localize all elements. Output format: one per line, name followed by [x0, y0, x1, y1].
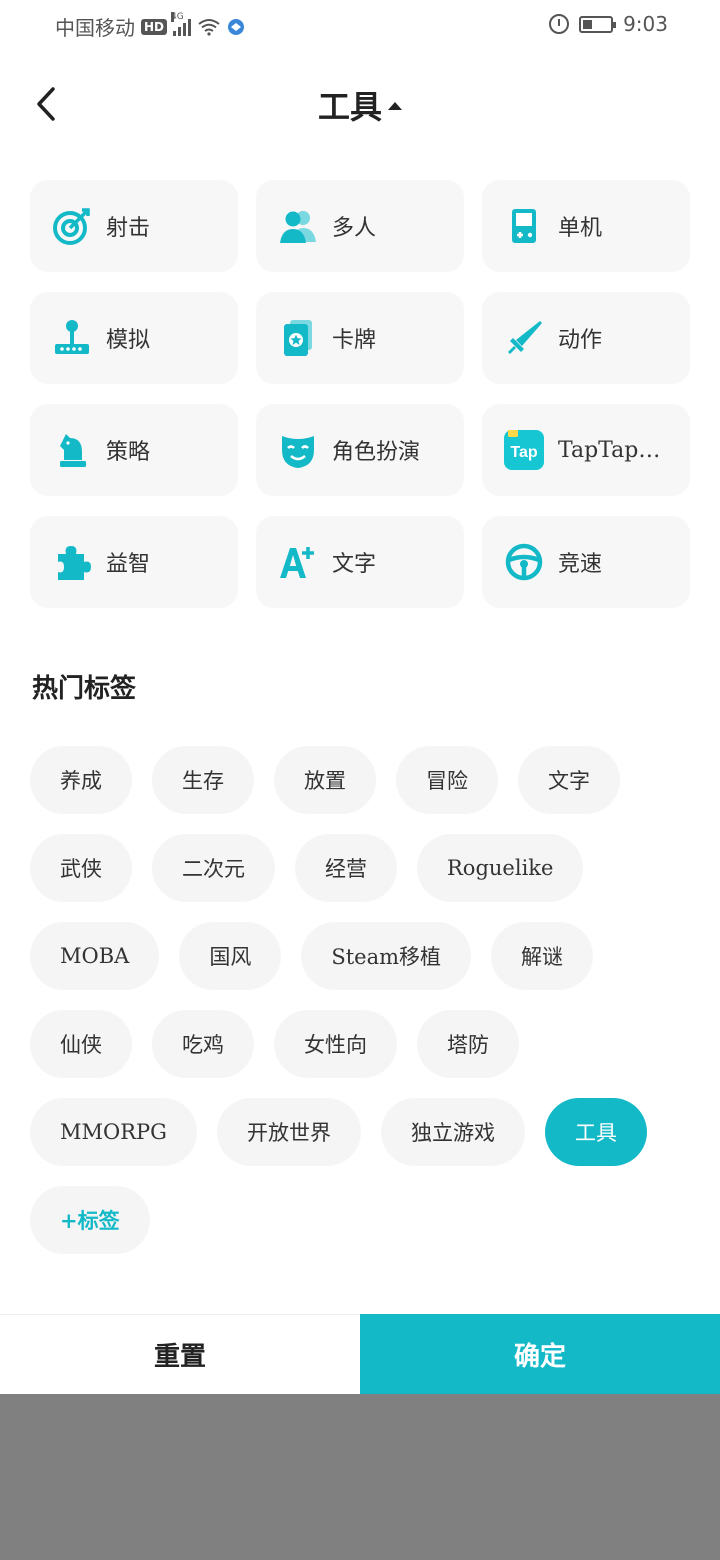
category-label: 卡牌 — [332, 328, 377, 353]
category-simulation[interactable]: 模拟 — [30, 292, 238, 384]
handheld-console-icon — [512, 209, 536, 243]
users-icon — [280, 211, 316, 243]
filter-screen: 中国移动 HD 4G 9:03 工具 射击 多人 单机 模拟 卡牌 动作 策略 … — [0, 0, 720, 1560]
category-label: TapTap… — [558, 437, 661, 463]
tag-item[interactable]: 解谜 — [491, 922, 594, 990]
category-card[interactable]: 卡牌 — [256, 292, 464, 384]
bottom-action-bar: 重置 确定 — [0, 1314, 720, 1394]
tag-item[interactable]: 武侠 — [30, 834, 132, 902]
page-title: 工具 — [317, 88, 382, 126]
category-label: 竞速 — [558, 552, 603, 577]
tag-item[interactable]: 仙侠 — [30, 1010, 132, 1078]
tag-item[interactable]: 二次元 — [152, 834, 275, 902]
category-label: 策略 — [106, 440, 151, 465]
tag-item[interactable]: 文字 — [518, 746, 620, 814]
add-tag-button[interactable]: +标签 — [30, 1186, 150, 1254]
confirm-button[interactable]: 确定 — [360, 1314, 720, 1394]
status-left: 中国移动 HD 4G — [55, 11, 245, 41]
category-label: 射击 — [106, 216, 151, 241]
tag-item[interactable]: 生存 — [152, 746, 254, 814]
carrier-name: 中国移动 — [55, 16, 135, 40]
category-racing[interactable]: 竞速 — [482, 516, 690, 608]
status-right: 9:03 — [549, 12, 668, 36]
category-label: 单机 — [558, 216, 603, 241]
category-shooting[interactable]: 射击 — [30, 180, 238, 272]
hot-tags-title: 热门标签 — [32, 674, 137, 704]
vpn-globe-icon — [228, 18, 245, 35]
tag-item-selected[interactable]: 工具 — [544, 1098, 647, 1166]
mask-icon — [282, 436, 314, 468]
tag-item[interactable]: MOBA — [30, 922, 160, 990]
tag-item[interactable]: 养成 — [30, 746, 132, 814]
header: 工具 — [0, 70, 720, 140]
tag-item[interactable]: 经营 — [295, 834, 397, 902]
tag-item[interactable]: 国风 — [179, 922, 282, 990]
category-single-player[interactable]: 单机 — [482, 180, 690, 272]
title-dropdown[interactable]: 工具 — [0, 82, 720, 128]
wifi-icon — [198, 18, 220, 36]
category-label: 文字 — [332, 552, 377, 577]
cell-signal-icon: 4G — [171, 11, 192, 36]
tag-item[interactable]: MMORPG — [30, 1098, 197, 1166]
tag-item[interactable]: Roguelike — [417, 834, 584, 902]
category-grid: 射击 多人 单机 模拟 卡牌 动作 策略 角色扮演 Tap TapTap… 益智… — [30, 180, 690, 608]
category-label: 模拟 — [106, 328, 151, 353]
category-taptap[interactable]: Tap TapTap… — [482, 404, 690, 496]
text-plus-icon — [280, 547, 314, 578]
tag-item[interactable]: 独立游戏 — [380, 1098, 525, 1166]
tag-item[interactable]: 开放世界 — [216, 1098, 361, 1166]
reset-button[interactable]: 重置 — [0, 1314, 360, 1394]
cards-icon — [284, 320, 312, 356]
category-strategy[interactable]: 策略 — [30, 404, 238, 496]
category-action[interactable]: 动作 — [482, 292, 690, 384]
clock: 9:03 — [623, 12, 668, 36]
tag-item[interactable]: 吃鸡 — [152, 1010, 254, 1078]
category-rpg[interactable]: 角色扮演 — [256, 404, 464, 496]
category-multiplayer[interactable]: 多人 — [256, 180, 464, 272]
alarm-icon — [549, 14, 570, 34]
target-icon — [53, 208, 90, 245]
category-label: 益智 — [106, 552, 151, 577]
category-label: 多人 — [332, 216, 377, 241]
chess-knight-icon — [60, 434, 86, 467]
category-label: 动作 — [558, 328, 603, 353]
category-text[interactable]: 文字 — [256, 516, 464, 608]
tag-item[interactable]: 放置 — [274, 746, 376, 814]
hd-badge: HD — [141, 18, 168, 35]
caret-up-icon — [388, 102, 402, 110]
category-puzzle[interactable]: 益智 — [30, 516, 238, 608]
hot-tags-list: 养成 生存 放置 冒险 文字 武侠 二次元 经营 Roguelike MOBA … — [30, 746, 690, 1254]
tag-item[interactable]: 女性向 — [274, 1010, 397, 1078]
network-type: 4G — [171, 11, 184, 22]
sword-icon — [508, 321, 542, 354]
dim-overlay[interactable] — [0, 1394, 720, 1560]
svg-text:Tap: Tap — [510, 444, 537, 461]
tag-item[interactable]: Steam移植 — [301, 922, 472, 990]
status-bar: 中国移动 HD 4G 9:03 — [0, 0, 720, 50]
battery-icon — [579, 15, 617, 33]
joystick-icon — [55, 320, 89, 354]
puzzle-icon — [58, 546, 91, 580]
taptap-logo-icon: Tap — [504, 430, 544, 470]
steering-wheel-icon — [505, 543, 543, 581]
tag-item[interactable]: 冒险 — [396, 746, 498, 814]
tag-item[interactable]: 塔防 — [417, 1010, 519, 1078]
category-label: 角色扮演 — [332, 440, 421, 465]
